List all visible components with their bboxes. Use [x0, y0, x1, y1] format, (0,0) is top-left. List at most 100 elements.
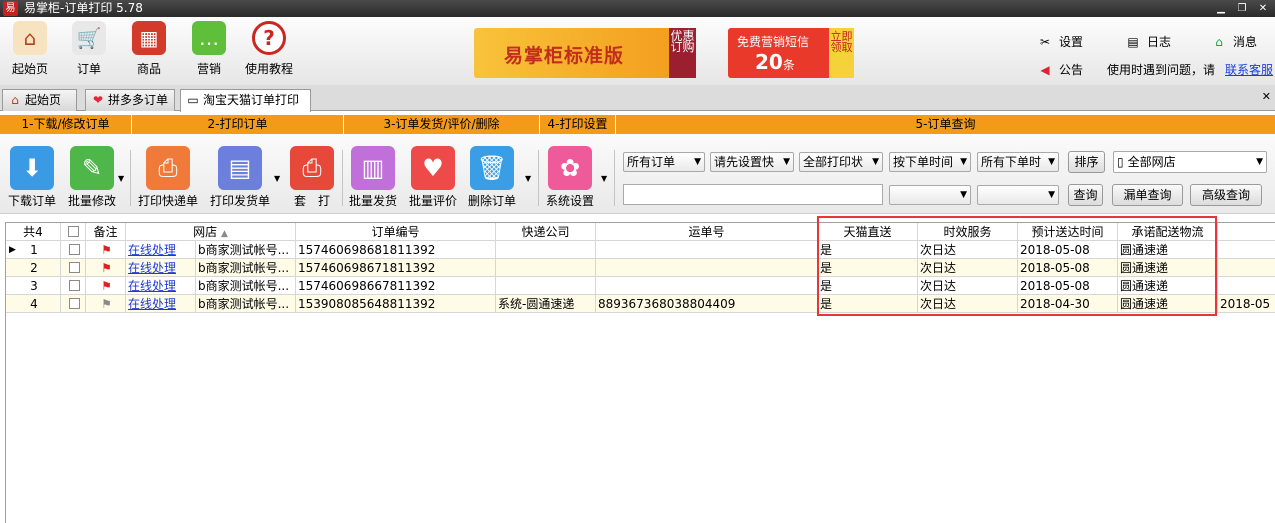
- sort-button[interactable]: 排序: [1068, 151, 1105, 173]
- trash-icon: 🗑: [470, 146, 514, 190]
- flag-icon[interactable]: ⚑: [101, 261, 112, 275]
- title-bar: 易 易掌柜-订单打印 5.78 ▁ ❐ ✕: [0, 0, 1275, 17]
- section-download: 1-下载/修改订单: [0, 115, 132, 134]
- free-sms-ad[interactable]: 免费营销短信 20条 立即领取: [728, 28, 854, 78]
- column-order-id[interactable]: 订单编号: [296, 223, 496, 241]
- advanced-query-button[interactable]: 高级查询: [1190, 184, 1262, 206]
- tab-start-page[interactable]: ⌂ 起始页: [2, 89, 77, 111]
- batch-edit-button[interactable]: ✎ 批量修改: [62, 146, 122, 209]
- document-icon: ▤: [1127, 35, 1139, 49]
- print-express-button[interactable]: ⎙ 打印快递单: [138, 146, 198, 209]
- toolbar-marketing-button[interactable]: … 营销: [181, 21, 237, 81]
- cell-express: [496, 277, 596, 295]
- cell-waybill: [596, 277, 818, 295]
- query-field-select[interactable]: ▼: [889, 185, 971, 205]
- shop-icon: ▦: [132, 21, 166, 55]
- cell-order-id: 157460698681811392: [296, 241, 496, 259]
- row-number: 3: [6, 277, 61, 295]
- column-shop[interactable]: 网店 ▲: [126, 223, 296, 241]
- column-extra[interactable]: [1218, 223, 1275, 241]
- cell-order-id: 157460698667811392: [296, 277, 496, 295]
- system-settings-dropdown-icon[interactable]: ▼: [601, 174, 607, 183]
- cell-express: 系统-圆通速递: [496, 295, 596, 313]
- cell-shop: b商家测试帐号...: [196, 241, 296, 259]
- chevron-down-icon: ▼: [960, 157, 967, 167]
- time-range-select[interactable]: 所有下单时 ▼: [977, 152, 1059, 172]
- batch-edit-dropdown-icon[interactable]: ▼: [118, 174, 124, 183]
- section-bar: 1-下载/修改订单 2-打印订单 3-订单发货/评价/删除 4-打印设置 5-订…: [0, 115, 1275, 134]
- toolbar-home-button[interactable]: ⌂ 起始页: [2, 21, 58, 81]
- order-by-select[interactable]: 按下单时间 ▼: [889, 152, 971, 172]
- print-status-select[interactable]: 全部打印状 ▼: [799, 152, 883, 172]
- cell-waybill: 889367368038804409: [596, 295, 818, 313]
- batch-review-button[interactable]: ♥ 批量评价: [403, 146, 463, 209]
- column-count: 共4: [6, 223, 61, 241]
- column-remark[interactable]: 备注: [86, 223, 126, 241]
- download-orders-button[interactable]: ⬇ 下载订单: [2, 146, 62, 209]
- sort-asc-icon: ▲: [220, 229, 228, 239]
- cell-extra: 2018-05: [1218, 295, 1275, 313]
- contact-support-link[interactable]: 联系客服: [1225, 61, 1273, 78]
- query-input[interactable]: [623, 184, 883, 205]
- document-icon: ▯: [1117, 155, 1124, 169]
- print-invoice-button[interactable]: ▤ 打印发货单: [210, 146, 270, 209]
- select-all-checkbox[interactable]: [61, 223, 86, 241]
- print-template-icon: ⎙: [290, 146, 334, 190]
- cell-express: [496, 259, 596, 277]
- cell-shop: b商家测试帐号...: [196, 295, 296, 313]
- row-checkbox[interactable]: [61, 277, 86, 295]
- minimize-icon[interactable]: ▁: [1212, 2, 1230, 15]
- delete-order-dropdown-icon[interactable]: ▼: [525, 174, 531, 183]
- row-number: 4: [6, 295, 61, 313]
- row-checkbox[interactable]: [61, 241, 86, 259]
- pencil-icon: ✎: [70, 146, 114, 190]
- toolbar-tutorial-button[interactable]: ? 使用教程: [241, 21, 297, 81]
- close-tab-icon[interactable]: ✕: [1262, 90, 1271, 103]
- toolbar-products-button[interactable]: ▦ 商品: [121, 21, 177, 81]
- window-title: 易掌柜-订单打印 5.78: [24, 1, 143, 15]
- settings-link[interactable]: ✂ 设置: [1037, 33, 1083, 50]
- tab-pinduoduo-orders[interactable]: ❤ 拼多多订单: [85, 89, 175, 111]
- delete-order-button[interactable]: 🗑 删除订单: [462, 146, 522, 209]
- messages-link[interactable]: ⌂ 消息: [1211, 33, 1257, 50]
- query-button[interactable]: 查询: [1068, 184, 1103, 206]
- log-link[interactable]: ▤ 日志: [1125, 33, 1171, 50]
- column-waybill[interactable]: 运单号: [596, 223, 818, 241]
- tab-taobao-tmall-print[interactable]: ▭ 淘宝天猫订单打印: [180, 89, 311, 112]
- chevron-down-icon: ▼: [783, 157, 790, 167]
- system-settings-button[interactable]: ✿ 系统设置: [540, 146, 600, 209]
- cell-order-id: 153908085648811392: [296, 295, 496, 313]
- barcode-icon: ▥: [351, 146, 395, 190]
- cell-shop: b商家测试帐号...: [196, 277, 296, 295]
- chevron-down-icon: ▼: [960, 190, 967, 200]
- print-invoice-dropdown-icon[interactable]: ▼: [274, 174, 280, 183]
- batch-ship-button[interactable]: ▥ 批量发货: [343, 146, 403, 209]
- flag-icon[interactable]: ⚑: [101, 243, 112, 257]
- heart-icon: ♥: [411, 146, 455, 190]
- query-mode-select[interactable]: ▼: [977, 185, 1059, 205]
- toolbar-orders-button[interactable]: 🛒 订单: [61, 21, 117, 81]
- standard-edition-ad[interactable]: 易掌柜标准版 优惠订购: [474, 28, 696, 78]
- notice-link[interactable]: ◀ 公告: [1037, 61, 1083, 78]
- download-arrow-icon: ⬇: [10, 146, 54, 190]
- row-checkbox[interactable]: [61, 259, 86, 277]
- help-text: 使用时遇到问题，请: [1107, 63, 1216, 77]
- close-icon[interactable]: ✕: [1254, 2, 1272, 15]
- main-toolbar: ⌂ 起始页 🛒 订单 ▦ 商品 … 营销 ? 使用教程 易掌柜标准版 优惠订购 …: [0, 17, 1275, 85]
- column-express[interactable]: 快递公司: [496, 223, 596, 241]
- app-logo-icon: 易: [3, 1, 18, 16]
- shop-select[interactable]: ▯ 全部网店 ▼: [1113, 151, 1267, 173]
- row-number: ▶ 1: [6, 241, 61, 259]
- online-process-link: 在线处理: [126, 277, 196, 295]
- chevron-down-icon: ▼: [1048, 190, 1055, 200]
- overlay-print-button[interactable]: ⎙ 套 打: [282, 146, 342, 209]
- missing-order-query-button[interactable]: 漏单查询: [1112, 184, 1183, 206]
- order-type-select[interactable]: 所有订单 ▼: [623, 152, 705, 172]
- flag-icon[interactable]: ⚑: [101, 279, 112, 293]
- row-number: 2: [6, 259, 61, 277]
- maximize-icon[interactable]: ❐: [1233, 2, 1251, 15]
- flag-icon[interactable]: ⚑: [101, 297, 112, 311]
- row-checkbox[interactable]: [61, 295, 86, 313]
- highlight-box: [817, 216, 1217, 316]
- shortcut-select[interactable]: 请先设置快 ▼: [710, 152, 794, 172]
